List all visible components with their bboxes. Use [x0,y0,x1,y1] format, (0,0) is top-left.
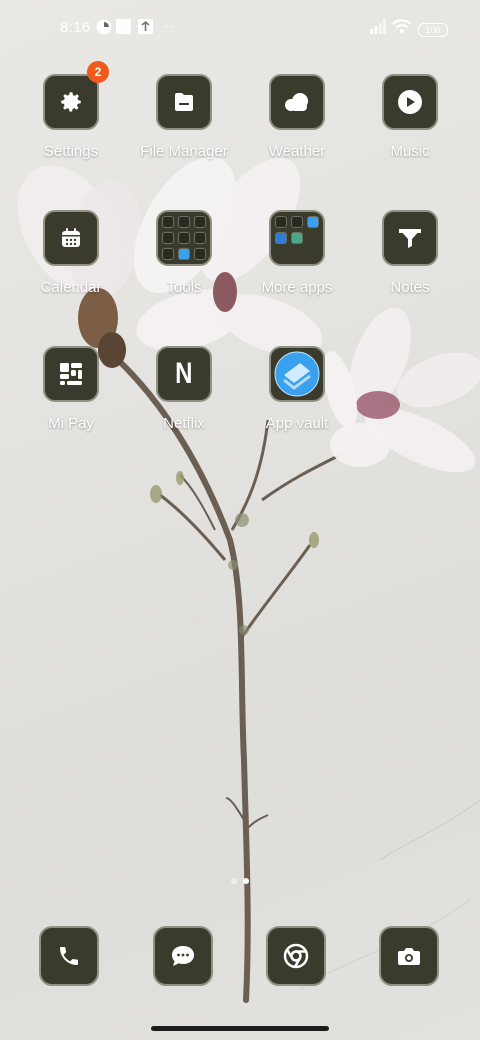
gesture-navigation-bar[interactable] [151,1026,329,1031]
app-label: Calendar [40,279,102,296]
app-label: File Manager [140,143,228,160]
shop-mini-icon [275,216,287,228]
app-vault-tile[interactable] [269,346,325,402]
netflix-tile[interactable]: N [156,346,212,402]
page-dot[interactable] [231,878,237,884]
more-apps-folder-tile[interactable] [269,210,325,266]
app-app-vault[interactable]: App vault [241,346,353,432]
netflix-icon: N [175,357,193,390]
calendar-icon [62,228,80,247]
message-icon [172,946,194,966]
more-notifications-icon: ·· [164,17,174,33]
battery-level: 100 [418,23,448,37]
folder-label: More apps [261,279,333,296]
cloud-icon [285,93,308,111]
mi-pay-icon [60,363,82,385]
app-label: Mi Pay [48,415,94,432]
facebook-mini-icon [291,216,303,228]
folder-tools[interactable]: Tools [128,210,240,296]
app-label: Netflix [163,415,205,432]
camera-tile[interactable] [379,926,439,986]
music-tile[interactable] [382,74,438,130]
app-label: Notes [390,279,430,296]
mi-pay-tile[interactable] [43,346,99,402]
app-vault-icon [274,351,320,397]
battery-icon: 100 [418,20,448,38]
mic-mini-icon [178,232,190,244]
app-file-manager[interactable]: File Manager [128,74,240,160]
app-weather[interactable]: Weather [241,74,353,160]
close-mini-icon [162,248,174,260]
gear-icon [61,92,81,112]
messages-tile[interactable] [153,926,213,986]
clock: 8:16 [60,19,91,36]
chrome-icon [283,943,309,969]
folder-icon [175,93,193,111]
page-indicator[interactable] [229,878,251,886]
settings-tile[interactable]: 2 [43,61,109,130]
folder-grid-icon [275,216,319,260]
folder-label: Tools [166,279,202,296]
tools-folder-tile[interactable] [156,210,212,266]
app-netflix[interactable]: N Netflix [128,346,240,432]
camera-icon [398,948,420,965]
notification-badge: 2 [87,61,109,83]
dock-camera[interactable] [353,926,465,986]
phone-tile[interactable] [39,926,99,986]
triangle-mini-icon [178,216,190,228]
folder-grid-icon [162,216,206,260]
app-music[interactable]: Music [354,74,466,160]
contacts-mini-icon [162,216,174,228]
compass-mini-icon [178,248,190,260]
signal-icon [370,19,386,39]
page-dot-active[interactable] [243,878,249,884]
play-icon [398,90,422,114]
video-mini-icon [194,232,206,244]
dock-phone[interactable] [13,926,125,986]
wifi-icon [392,18,412,39]
notification-app-icon [96,19,112,40]
app-notes[interactable]: Notes [354,210,466,296]
upload-icon [138,19,153,39]
app-calendar[interactable]: Calendar [15,210,127,296]
app-label: App vault [265,415,329,432]
file-manager-tile[interactable] [156,74,212,130]
notification-square-icon [116,19,131,39]
status-bar: 8:16 ·· 100 [0,0,480,56]
linkedin-mini-icon [275,232,287,244]
dock-messages[interactable] [127,926,239,986]
phone-icon [60,947,78,965]
folder-more-apps[interactable]: More apps [241,210,353,296]
chrome-tile[interactable] [266,926,326,986]
grid-mini-icon [194,248,206,260]
app-settings[interactable]: 2 Settings [15,61,127,160]
weather-tile[interactable] [269,74,325,130]
camera-mini-icon [162,232,174,244]
browser-mini-icon [307,216,319,228]
calendar-tile[interactable] [43,210,99,266]
app-label: Weather [268,143,326,160]
app-mi-pay[interactable]: Mi Pay [15,346,127,432]
notes-tile[interactable] [382,210,438,266]
gallery-mini-icon [291,232,303,244]
clock-mini-icon [194,216,206,228]
app-label: Music [390,143,430,160]
dock-chrome[interactable] [240,926,352,986]
funnel-icon [399,229,421,248]
app-label: Settings [43,143,99,160]
